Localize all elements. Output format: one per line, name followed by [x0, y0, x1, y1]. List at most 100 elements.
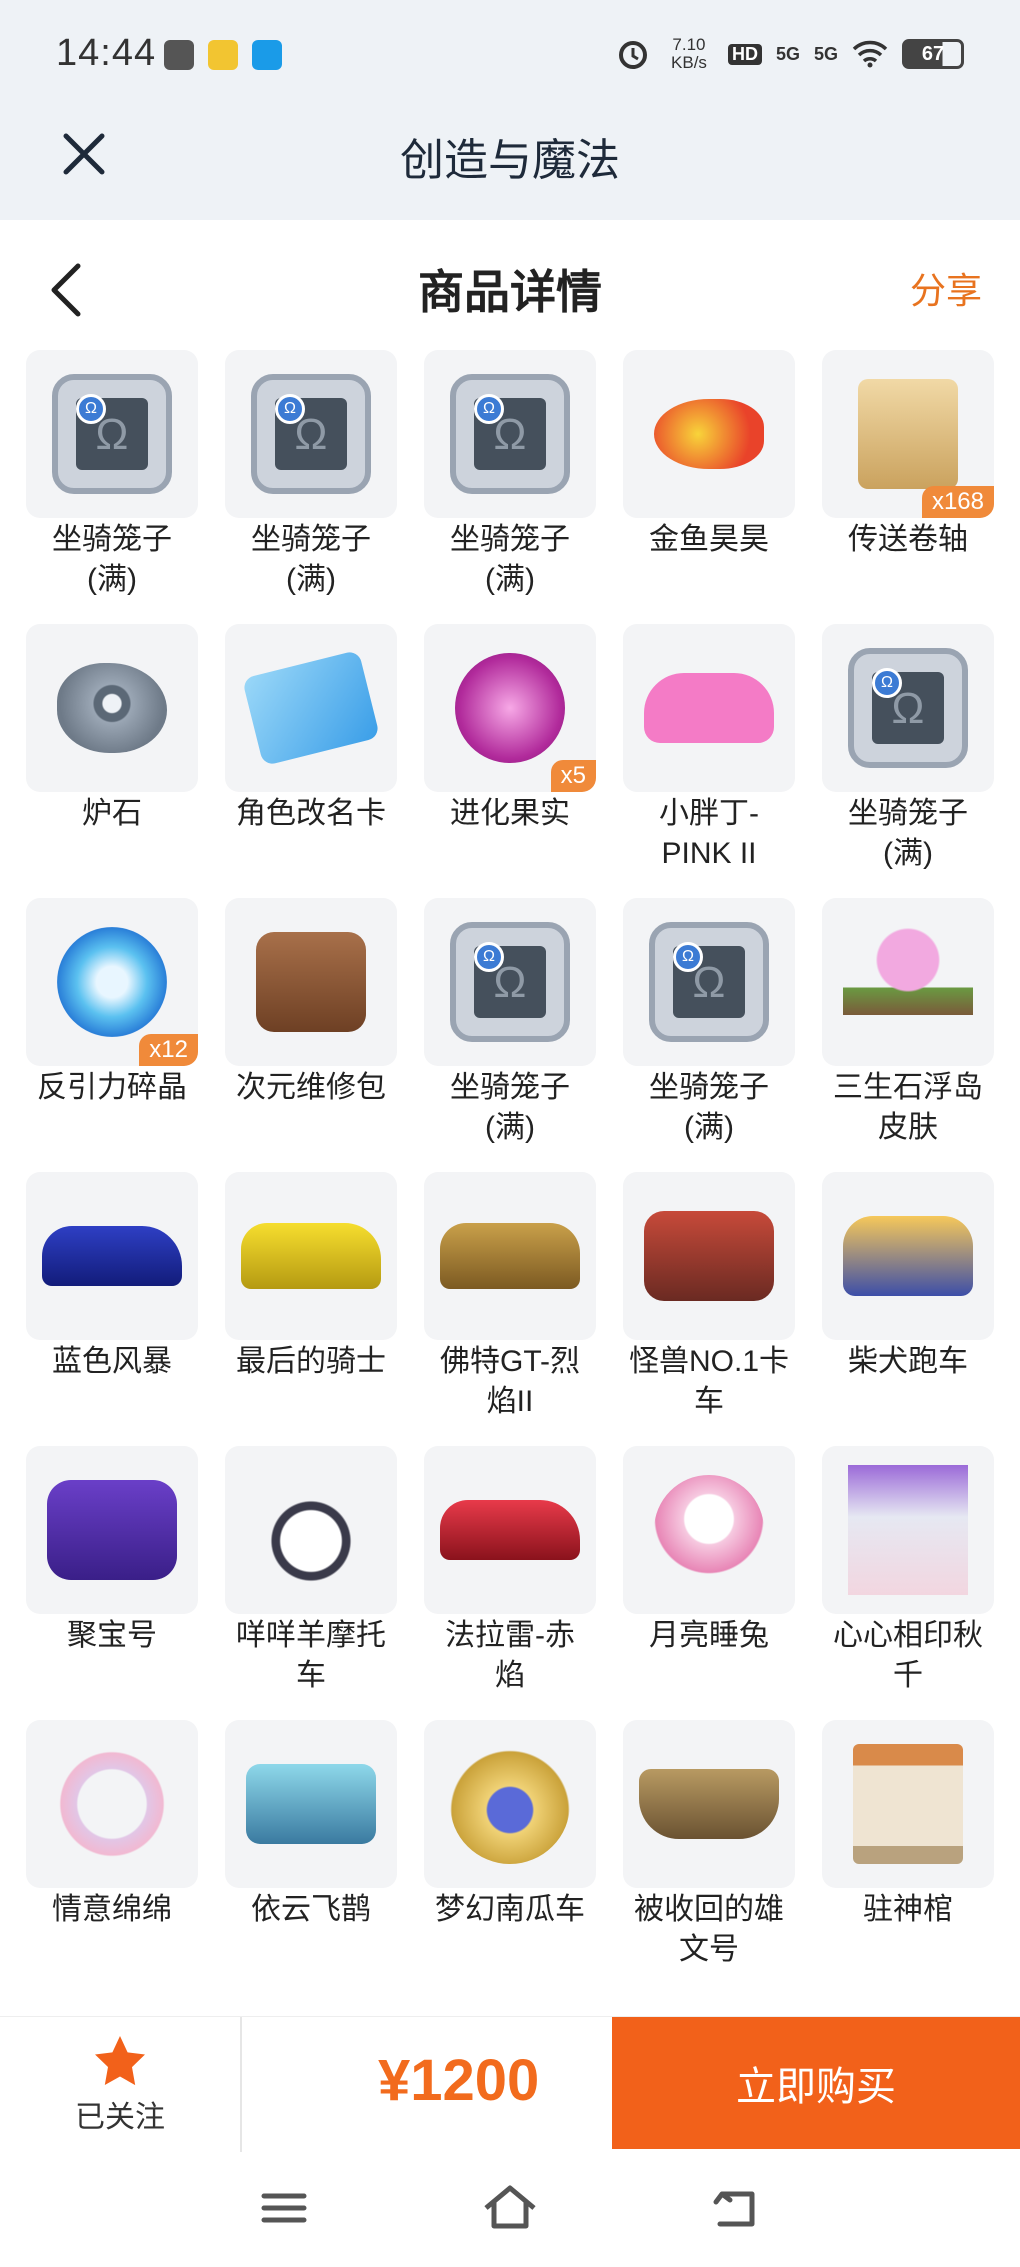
- item-cell[interactable]: 蓝色风暴: [26, 1172, 198, 1446]
- follow-label: 已关注: [75, 2101, 165, 2134]
- item-cell[interactable]: 被收回的雄 文号: [623, 1720, 795, 1994]
- signal-5g-1: 5G: [775, 43, 800, 64]
- cage-icon: ΩΩ: [52, 374, 172, 494]
- item-cell[interactable]: 月亮睡兔: [623, 1446, 795, 1720]
- item-cell[interactable]: 三生石浮岛 皮肤: [822, 898, 994, 1172]
- item-thumbnail: [225, 624, 397, 792]
- item-grid: Ω Ω 坐骑笼子 (满) Ω Ω 坐骑笼子 (满) Ω Ω 坐骑笼子 (满) 金鱼昊昊 x168 传送…: [26, 350, 1000, 1994]
- item-thumbnail: ΩΩ: [225, 350, 397, 518]
- item-cell[interactable]: 驻神棺: [822, 1720, 994, 1994]
- item-label: 反引力碎晶: [37, 1071, 187, 1104]
- item-thumbnail: [26, 1446, 198, 1614]
- item-cell[interactable]: x12 反引力碎晶: [26, 898, 198, 1172]
- item-thumbnail: [424, 1172, 596, 1340]
- system-nav-bar: [0, 2152, 1020, 2267]
- item-cell[interactable]: 金鱼昊昊: [623, 350, 795, 624]
- item-cell[interactable]: 炉石: [26, 624, 198, 898]
- item-label: 情意绵绵: [52, 1893, 172, 1926]
- crystal-icon: [57, 927, 167, 1037]
- sheep-scooter-icon: [256, 1475, 366, 1585]
- item-label: 月亮睡兔: [649, 1619, 769, 1652]
- item-cell[interactable]: 佛特GT-烈 焰II: [424, 1172, 596, 1446]
- item-cell[interactable]: Ω Ω 坐骑笼子 (满): [424, 350, 596, 624]
- hearthstone-icon: [57, 663, 167, 753]
- item-label: 金鱼昊昊: [649, 523, 769, 556]
- item-thumbnail: [822, 1720, 994, 1888]
- item-label: 坐骑笼子 (满): [52, 523, 172, 596]
- item-cell[interactable]: 聚宝号: [26, 1446, 198, 1720]
- item-label: 被收回的雄 文号: [634, 1893, 784, 1966]
- item-label: 坐骑笼子 (满): [450, 523, 570, 596]
- item-cell[interactable]: Ω Ω 坐骑笼子 (满): [225, 350, 397, 624]
- cage-icon: ΩΩ: [848, 648, 968, 768]
- yellow-car-icon: [241, 1223, 381, 1289]
- item-cell[interactable]: Ω Ω 坐骑笼子 (满): [424, 898, 596, 1172]
- item-cell[interactable]: Ω Ω 坐骑笼子 (满): [623, 898, 795, 1172]
- item-label: 蓝色风暴: [52, 1345, 172, 1378]
- treasure-vehicle-icon: [47, 1480, 177, 1580]
- item-cell[interactable]: 情意绵绵: [26, 1720, 198, 1994]
- cage-icon: ΩΩ: [251, 374, 371, 494]
- item-cell[interactable]: 柴犬跑车: [822, 1172, 994, 1446]
- item-thumbnail: ΩΩ: [623, 898, 795, 1066]
- wifi-icon: [852, 40, 888, 68]
- item-thumbnail: [225, 1172, 397, 1340]
- item-thumbnail: ΩΩ: [424, 898, 596, 1066]
- evolution-fruit-icon: [455, 653, 565, 763]
- item-thumbnail: [26, 624, 198, 792]
- status-indicators: 7.10 KB/s HD 5G 5G 67: [616, 36, 964, 72]
- item-cell[interactable]: 依云飞鹊: [225, 1720, 397, 1994]
- item-thumbnail: [822, 898, 994, 1066]
- shiba-car-icon: [843, 1216, 973, 1296]
- item-label: 柴犬跑车: [848, 1345, 968, 1378]
- item-label: 咩咩羊摩托 车: [236, 1619, 386, 1692]
- repair-bag-icon: [256, 932, 366, 1032]
- status-app-icons: [164, 40, 282, 70]
- item-cell[interactable]: 最后的骑士: [225, 1172, 397, 1446]
- item-label: 坐骑笼子 (满): [649, 1071, 769, 1144]
- buy-now-button[interactable]: 立即购买: [612, 2017, 1020, 2149]
- quantity-badge: x5: [550, 760, 596, 792]
- follow-button[interactable]: 已关注: [0, 2017, 242, 2153]
- item-label: 依云飞鹊: [251, 1893, 371, 1926]
- item-thumbnail: [822, 1446, 994, 1614]
- item-cell[interactable]: 梦幻南瓜车: [424, 1720, 596, 1994]
- item-cell[interactable]: 次元维修包: [225, 898, 397, 1172]
- item-thumbnail: ΩΩ: [26, 350, 198, 518]
- app-bar: 创造与魔法: [0, 108, 1020, 220]
- item-label: 坐骑笼子 (满): [450, 1071, 570, 1144]
- wreath-icon: [52, 1744, 172, 1864]
- monster-truck-icon: [644, 1211, 774, 1301]
- item-thumbnail: x168: [822, 350, 994, 518]
- floating-island-icon: [843, 927, 973, 1037]
- item-cell[interactable]: x5 进化果实: [424, 624, 596, 898]
- item-thumbnail: ΩΩ: [424, 350, 596, 518]
- item-cell[interactable]: 心心相印秋 千: [822, 1446, 994, 1720]
- item-cell[interactable]: 咩咩羊摩托 车: [225, 1446, 397, 1720]
- home-icon[interactable]: [480, 2178, 540, 2238]
- back-nav-icon[interactable]: [706, 2178, 766, 2238]
- hd-indicator: HD: [727, 43, 762, 65]
- share-button[interactable]: 分享: [910, 262, 982, 314]
- item-cell[interactable]: x168 传送卷轴: [822, 350, 994, 624]
- browser-app-icon: [252, 40, 282, 70]
- bottom-bar: 已关注 ¥1200 立即购买: [0, 2016, 1020, 2153]
- item-thumbnail: [623, 1172, 795, 1340]
- item-cell[interactable]: 法拉雷-赤 焰: [424, 1446, 596, 1720]
- price: ¥1200: [378, 2048, 540, 2113]
- item-cell[interactable]: 怪兽NO.1卡 车: [623, 1172, 795, 1446]
- item-label: 坐骑笼子 (满): [848, 797, 968, 870]
- item-thumbnail: [822, 1172, 994, 1340]
- item-thumbnail: [26, 1720, 198, 1888]
- item-cell[interactable]: Ω Ω 坐骑笼子 (满): [822, 624, 994, 898]
- drone-icon: [246, 1764, 376, 1844]
- moon-rabbit-icon: [654, 1475, 764, 1585]
- item-cell[interactable]: Ω Ω 坐骑笼子 (满): [26, 350, 198, 624]
- red-sportscar-icon: [440, 1500, 580, 1560]
- item-label: 三生石浮岛 皮肤: [833, 1071, 983, 1144]
- item-label: 驻神棺: [863, 1893, 953, 1926]
- item-cell[interactable]: 角色改名卡: [225, 624, 397, 898]
- menu-icon[interactable]: [254, 2178, 314, 2238]
- item-thumbnail: x12: [26, 898, 198, 1066]
- item-cell[interactable]: 小胖丁- PINK II: [623, 624, 795, 898]
